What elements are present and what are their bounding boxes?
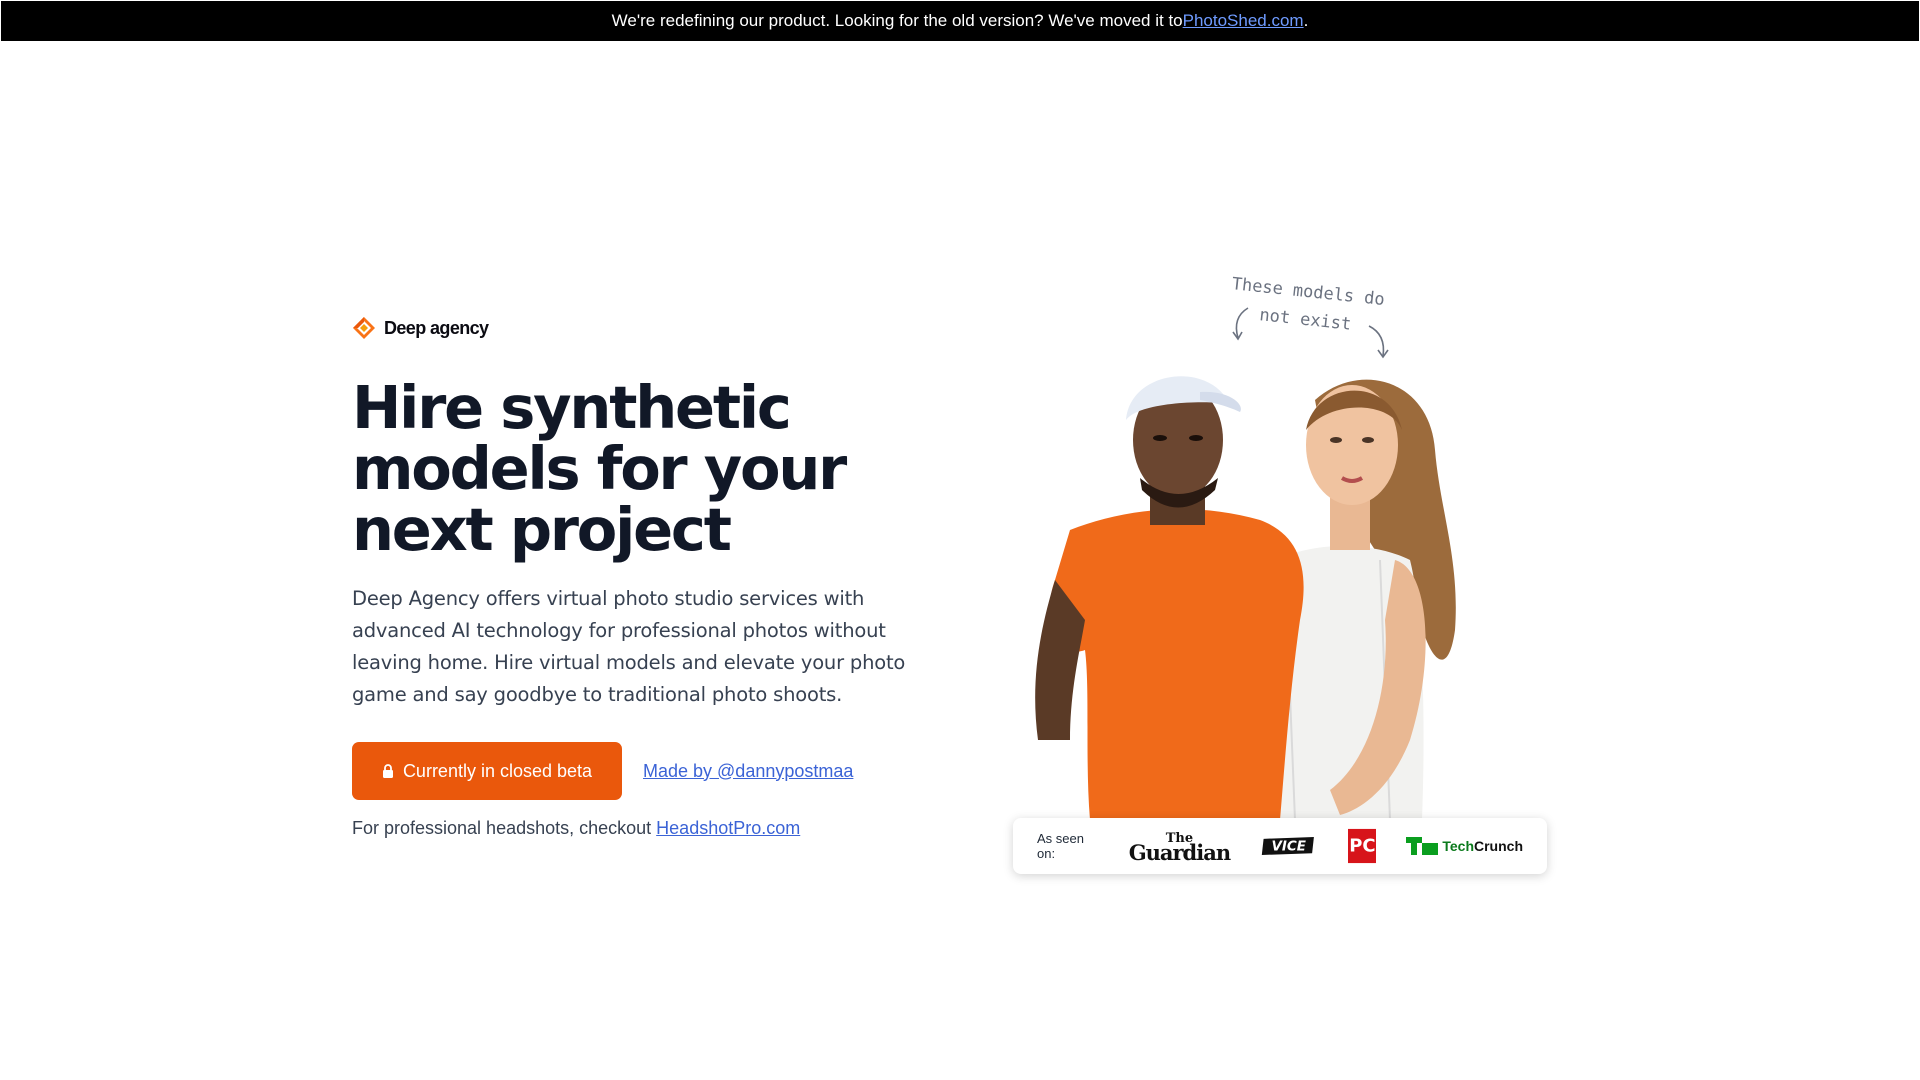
closed-beta-label: Currently in closed beta [402,760,593,781]
headshot-text: For professional headshots, checkout [352,818,657,838]
hero-left: Deep agency Hire synthetic models for yo… [352,313,952,839]
guardian-the: The [1165,831,1194,846]
svg-text:PC: PC [1349,835,1375,856]
lock-icon [382,763,393,778]
photoshed-link[interactable]: PhotoShed.com [1183,11,1304,31]
press-bar: As seen on: The Guardian VICE PC TechCrun… [1013,818,1547,874]
headshot-note: For professional headshots, checkout Hea… [352,818,952,839]
headline-line-1: Hire synthetic [352,373,792,442]
curved-arrow-icon [1368,325,1389,359]
headline-line-2: models for your [352,434,847,503]
techcrunch-mark-icon [1406,837,1439,855]
pcmag-logo: PC [1347,828,1377,864]
closed-beta-button[interactable]: Currently in closed beta [352,742,622,800]
techcrunch-logo: TechCrunch [1406,837,1523,855]
synthetic-models-image [1030,360,1560,820]
headline-line-3: next project [352,495,732,564]
brand-logo[interactable]: Deep agency [352,313,952,343]
hero-description: Deep Agency offers virtual photo studio … [352,587,906,706]
techcrunch-wordmark: TechCrunch [1442,838,1523,854]
announcement-banner: We're redefining our product. Looking fo… [1,1,1919,41]
made-by-link[interactable]: Made by @dannypostmaa [643,761,853,782]
banner-text: We're redefining our product. Looking fo… [611,11,1183,30]
press-label: As seen on: [1037,831,1084,861]
curved-arrow-icon [1232,307,1249,341]
guardian-logo: The Guardian [1128,831,1231,865]
hero-right: These models do not exist As seen on: Th… [1010,270,1570,880]
banner-suffix: . [1303,11,1309,30]
brand-name: Deep agency [384,317,489,338]
cta-row: Currently in closed beta Made by @dannyp… [352,742,952,800]
headshotpro-link[interactable]: HeadshotPro.com [656,818,800,838]
models-illustration [1035,376,1456,820]
page-title: Hire synthetic models for your next proj… [352,377,952,560]
deep-agency-logo-icon [353,317,375,339]
svg-text:VICE: VICE [1272,838,1307,854]
vice-logo: VICE [1261,837,1315,855]
